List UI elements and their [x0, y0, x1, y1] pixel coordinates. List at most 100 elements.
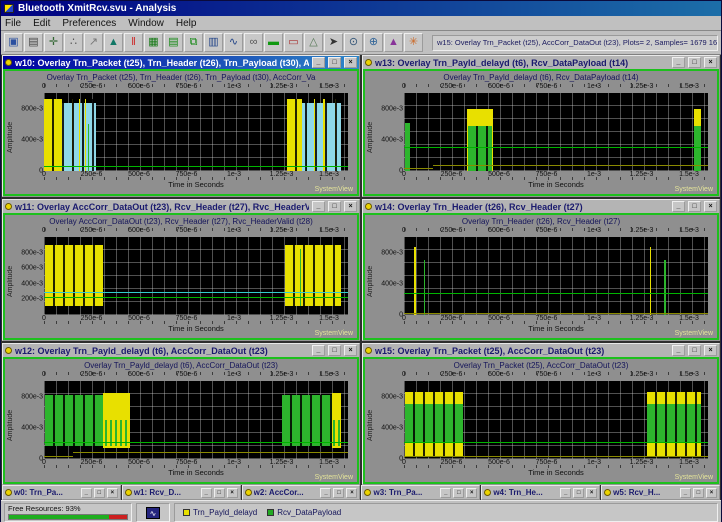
sheets-icon[interactable]: ▤	[164, 33, 183, 52]
plot-area[interactable]	[44, 93, 348, 171]
pause-icon[interactable]: ‖	[124, 33, 143, 52]
target-icon[interactable]: ⊕	[364, 33, 383, 52]
minimized-window-icon	[484, 489, 491, 496]
close-button[interactable]: ×	[704, 57, 717, 68]
points-icon[interactable]: ∴	[64, 33, 83, 52]
close-button[interactable]: ×	[706, 488, 717, 498]
maximize-button[interactable]: □	[693, 488, 704, 498]
menu-window[interactable]: Window	[128, 18, 164, 29]
minimized-window[interactable]: w4: Trn_He... _ □ ×	[481, 485, 600, 500]
zoom-icon[interactable]: ⊙	[344, 33, 363, 52]
maximize-button[interactable]: □	[328, 201, 341, 212]
maximize-button[interactable]: □	[573, 488, 584, 498]
minimized-window[interactable]: w1: Rcv_D... _ □ ×	[122, 485, 241, 500]
maximize-button[interactable]: □	[688, 201, 701, 212]
palette-icon[interactable]: ✳	[404, 33, 423, 52]
chart-window-icon	[5, 347, 12, 354]
link-icon[interactable]: ∞	[244, 33, 263, 52]
signal-level-line	[44, 166, 348, 167]
chart-window-title-bar[interactable]: w10: Overlay Trn_Packet (t25), Trn_Heade…	[3, 56, 359, 69]
bar-chart-icon[interactable]: ▥	[204, 33, 223, 52]
plot-icon[interactable]: ∿	[224, 33, 243, 52]
maximize-button[interactable]: □	[328, 57, 341, 68]
chart-window-icon	[365, 203, 372, 210]
y-tick: 800e-3	[381, 393, 403, 400]
x-tick: 1.25e-3	[270, 371, 294, 378]
minimize-button[interactable]: _	[312, 57, 325, 68]
minimize-button[interactable]: _	[672, 201, 685, 212]
copy-icon[interactable]: ⧉	[184, 33, 203, 52]
x-tick: 1.5e-3	[319, 83, 339, 90]
menu-file[interactable]: File	[5, 18, 21, 29]
plot-area[interactable]	[404, 93, 708, 171]
signal-level-line	[44, 297, 348, 298]
minimize-button[interactable]: _	[312, 201, 325, 212]
x-axis-bottom-ruler: 0250e-6500e-6750e-61e-31.25e-31.5e-3	[44, 171, 348, 180]
chart-window-title-bar[interactable]: w14: Overlay Trn_Header (t26), Rcv_Heade…	[363, 200, 719, 213]
close-button[interactable]: ×	[344, 201, 357, 212]
filter-icon[interactable]: △	[304, 33, 323, 52]
delta-icon[interactable]: ▲	[384, 33, 403, 52]
restore-button[interactable]: _	[680, 488, 691, 498]
maximize-button[interactable]: □	[453, 488, 464, 498]
chart-body: Overlay Trn_Packet (t25), AccCorr_DataOu…	[363, 357, 719, 484]
restore-button[interactable]: _	[81, 488, 92, 498]
close-button[interactable]: ×	[346, 488, 357, 498]
x-axis-top-ruler: 0250e-6500e-6750e-61e-31.25e-31.5e-3	[404, 84, 708, 93]
maximize-button[interactable]: □	[214, 488, 225, 498]
sink-icon[interactable]: ▬	[264, 33, 283, 52]
move-icon[interactable]: ✛	[44, 33, 63, 52]
minimize-button[interactable]: _	[312, 345, 325, 356]
close-button[interactable]: ×	[227, 488, 238, 498]
menu-edit[interactable]: Edit	[33, 18, 50, 29]
app-title-bar[interactable]: Bluetooth XmitRcv.svu - Analysis	[1, 1, 721, 16]
x-axis-label: Time in Seconds	[44, 324, 348, 334]
maximize-button[interactable]: □	[688, 57, 701, 68]
restore-button[interactable]: _	[320, 488, 331, 498]
grid-icon[interactable]: ▦	[144, 33, 163, 52]
signal-segment	[287, 99, 341, 171]
maximize-button[interactable]: □	[688, 345, 701, 356]
plot-area[interactable]	[404, 381, 708, 459]
chart-window-title-bar[interactable]: w15: Overlay Trn_Packet (t25), AccCorr_D…	[363, 344, 719, 357]
maximize-button[interactable]: □	[328, 345, 341, 356]
close-button[interactable]: ×	[704, 201, 717, 212]
close-button[interactable]: ×	[344, 345, 357, 356]
system-icon[interactable]: ▲	[104, 33, 123, 52]
x-tick: 500e-6	[128, 171, 150, 178]
legend-label: Trn_Payld_delayd	[193, 508, 257, 517]
close-button[interactable]: ×	[586, 488, 597, 498]
chart-grid: Amplitude 800e-3600e-3400e-3200e-3 0250e…	[8, 228, 354, 334]
minimized-window[interactable]: w0: Trn_Pa... _ □ ×	[2, 485, 121, 500]
restore-button[interactable]: _	[201, 488, 212, 498]
plot-area[interactable]	[404, 237, 708, 315]
close-button[interactable]: ×	[466, 488, 477, 498]
x-tick: 500e-6	[488, 459, 510, 466]
chart-window-title-bar[interactable]: w13: Overlay Trn_Payld_delayd (t6), Rcv_…	[363, 56, 719, 69]
window-icon[interactable]: ▭	[284, 33, 303, 52]
connect-icon[interactable]: ↗	[84, 33, 103, 52]
x-tick: 750e-6	[176, 315, 198, 322]
minimize-button[interactable]: _	[672, 57, 685, 68]
close-button[interactable]: ×	[107, 488, 118, 498]
systemview-watermark: SystemView	[675, 330, 713, 337]
maximize-button[interactable]: □	[94, 488, 105, 498]
minimized-window[interactable]: w5: Rcv_H... _ □ ×	[601, 485, 720, 500]
print-icon[interactable]: ▤	[24, 33, 43, 52]
restore-button[interactable]: _	[560, 488, 571, 498]
menu-help[interactable]: Help	[176, 18, 197, 29]
menu-preferences[interactable]: Preferences	[62, 18, 116, 29]
plot-area[interactable]	[44, 237, 348, 315]
minimized-window[interactable]: w3: Trn_Pa... _ □ ×	[361, 485, 480, 500]
minimized-window[interactable]: w2: AccCor... _ □ ×	[242, 485, 361, 500]
chart-window-title-bar[interactable]: w12: Overlay Trn_Payld_delayd (t6), AccC…	[3, 344, 359, 357]
close-button[interactable]: ×	[344, 57, 357, 68]
save-icon[interactable]: ▣	[4, 33, 23, 52]
restore-button[interactable]: _	[440, 488, 451, 498]
maximize-button[interactable]: □	[333, 488, 344, 498]
plot-area[interactable]	[44, 381, 348, 459]
minimize-button[interactable]: _	[672, 345, 685, 356]
close-button[interactable]: ×	[704, 345, 717, 356]
chart-window-title-bar[interactable]: w11: Overlay AccCorr_DataOut (t23), Rcv_…	[3, 200, 359, 213]
select-icon[interactable]: ➤	[324, 33, 343, 52]
